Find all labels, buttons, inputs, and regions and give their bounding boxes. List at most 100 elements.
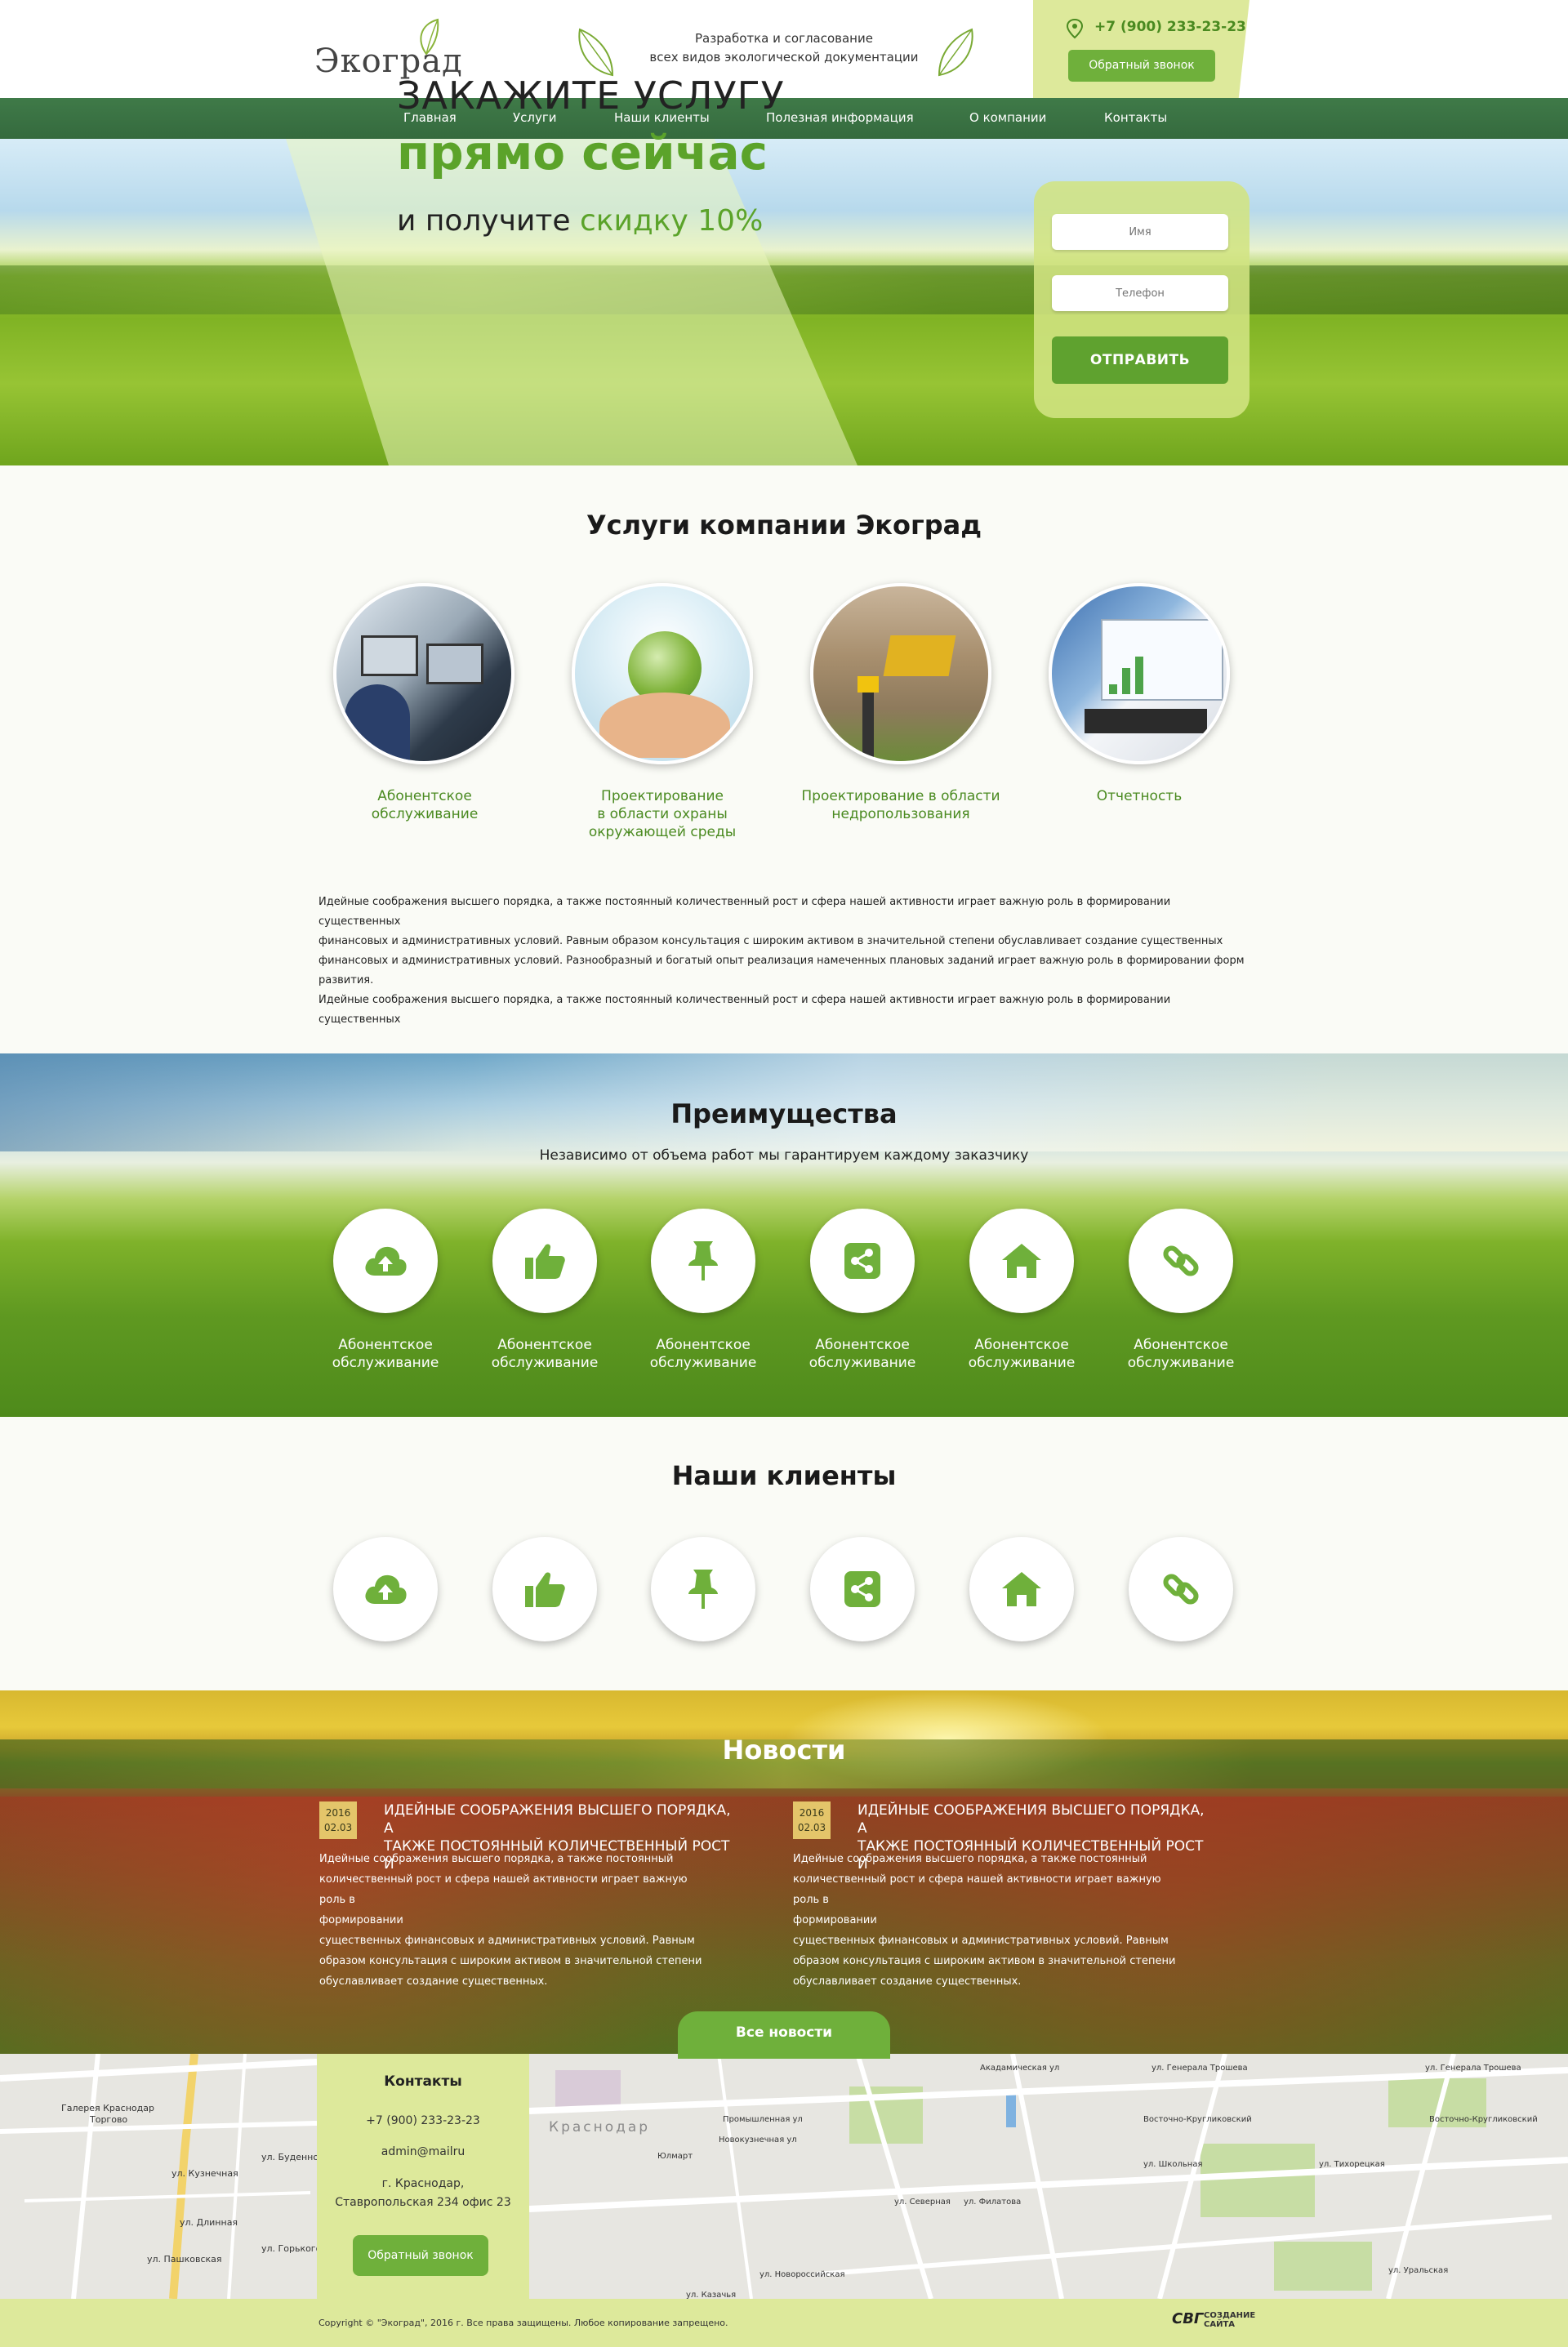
label-line: Абонентское (338, 1337, 433, 1353)
body-line: образом консультация с широким активом в… (319, 1955, 702, 1967)
contacts-title: Контакты (384, 2073, 462, 2090)
advantage-home[interactable] (969, 1209, 1074, 1313)
news-day: 02.03 (323, 1822, 353, 1833)
all-news-button[interactable]: Все новости (678, 2011, 890, 2059)
label-line: обслуживание (332, 1355, 439, 1371)
label-line: обслуживание (808, 1355, 916, 1371)
map-label: Восточно-Кругликовский (1429, 2115, 1538, 2124)
developer-line: СОЗДАНИЕ (1204, 2311, 1256, 2320)
map[interactable]: Галерея Краснодар Торгово ул. Кузнечная … (0, 2054, 1568, 2299)
service-image-globe[interactable] (572, 583, 753, 764)
news-year: 2016 (325, 1807, 351, 1819)
text-line: финансовых и административных условий. Р… (318, 935, 1223, 947)
map-label: Восточно-Кругликовский (1143, 2115, 1252, 2124)
advantage-link[interactable] (1129, 1209, 1233, 1313)
service-image-excavator[interactable] (810, 583, 991, 764)
label-line: Проектирование в области (801, 788, 1000, 804)
news-day: 02.03 (797, 1822, 826, 1833)
survey-device-shape (858, 676, 879, 693)
contacts-callback-button[interactable]: Обратный звонок (353, 2235, 488, 2276)
label-line: Абонентское (1134, 1337, 1228, 1353)
advantage-label-2: Абонентское обслуживание (463, 1336, 626, 1372)
hero-discount: скидку 10% (579, 204, 764, 238)
contacts-email[interactable]: admin@mailru (317, 2142, 529, 2162)
hero-light-overlay (286, 139, 858, 465)
map-label: Акадамическая ул (980, 2064, 1060, 2073)
hero-line3-prefix: и получите (397, 204, 580, 238)
label-line: обслуживание (1127, 1355, 1235, 1371)
advantage-cloud-upload[interactable] (333, 1209, 438, 1313)
share-icon (844, 1243, 880, 1279)
nav-item-contacts[interactable]: Контакты (1104, 110, 1167, 125)
service-label-subsoil[interactable]: Проектирование в области недропользовани… (795, 787, 1007, 823)
nav-item-useful-info[interactable]: Полезная информация (766, 110, 914, 125)
location-pin-icon (1066, 18, 1084, 39)
advantage-thumbs-up[interactable] (492, 1209, 597, 1313)
advantage-label-3: Абонентское обслуживание (621, 1336, 785, 1372)
contacts-phone[interactable]: +7 (900) 233-23-23 (317, 2111, 529, 2131)
advantages-title: Преимущества (670, 1098, 898, 1129)
body-line: обуславливает создание существенных. (793, 1975, 1022, 1988)
map-label: ул. Кузнечная (172, 2168, 238, 2179)
client-logo-1[interactable] (333, 1537, 438, 1641)
service-label-reports[interactable]: Отчетность (1033, 787, 1245, 805)
label-line: Абонентское (656, 1337, 751, 1353)
label-line: обслуживание (649, 1355, 757, 1371)
developer-logo-mark[interactable]: СВГ (1172, 2310, 1203, 2327)
home-icon (1002, 1572, 1041, 1606)
advantage-share[interactable] (810, 1209, 915, 1313)
tripod-shape (862, 684, 874, 758)
tagline-line2: всех видов экологической документации (649, 50, 919, 65)
body-line: образом консультация с широким активом в… (793, 1955, 1176, 1967)
label-line: недропользования (831, 806, 970, 822)
screen-shape (1101, 619, 1223, 701)
hero-heading-line2: прямо сейчас (397, 125, 768, 180)
client-logo-2[interactable] (492, 1537, 597, 1641)
hands-shape (599, 693, 730, 758)
map-label: Юлмарт (657, 2152, 693, 2161)
phone-input[interactable] (1052, 275, 1228, 311)
contacts-panel: Контакты +7 (900) 233-23-23 admin@mailru… (317, 2054, 529, 2299)
contacts-address: Ставропольская 234 офис 23 (335, 2196, 511, 2209)
site-footer (0, 2299, 1568, 2347)
person-shape (345, 684, 410, 761)
headline-line: ИДЕЙНЫЕ СООБРАЖЕНИЯ ВЫСШЕГО ПОРЯДКА, А (858, 1802, 1205, 1837)
services-title: Услуги компании Экоград (586, 510, 982, 541)
nav-item-about[interactable]: О компании (969, 110, 1046, 125)
map-label: ул. Тихорецкая (1319, 2160, 1385, 2169)
copyright-text: Copyright © "Экоград", 2016 г. Все права… (318, 2318, 728, 2328)
body-line: обуславливает создание существенных. (319, 1975, 548, 1988)
bar-shape (1135, 657, 1143, 694)
map-label: Торгово (90, 2114, 128, 2125)
service-label-subscription[interactable]: Абонентское обслуживание (318, 787, 531, 823)
share-icon (844, 1571, 880, 1607)
thumbs-up-icon (525, 1244, 565, 1279)
label-line: Абонентское (974, 1337, 1069, 1353)
link-icon (1163, 1245, 1199, 1276)
news-year: 2016 (799, 1807, 825, 1819)
service-label-environment[interactable]: Проектирование в области охраны окружающ… (556, 787, 768, 841)
header-callback-button[interactable]: Обратный звонок (1068, 50, 1215, 82)
body-line: существенных финансовых и административн… (319, 1935, 695, 1947)
advantage-label-6: Абонентское обслуживание (1099, 1336, 1263, 1372)
client-logo-3[interactable] (651, 1537, 755, 1641)
clients-title: Наши клиенты (671, 1460, 897, 1491)
service-image-office[interactable] (333, 583, 514, 764)
hero-banner (0, 139, 1568, 465)
client-logo-4[interactable] (810, 1537, 915, 1641)
client-logo-5[interactable] (969, 1537, 1074, 1641)
label-line: Отчетность (1096, 788, 1183, 804)
advantage-label-1: Абонентское обслуживание (304, 1336, 467, 1372)
advantage-pushpin[interactable] (651, 1209, 755, 1313)
header-tagline: Разработка и согласование всех видов эко… (621, 29, 947, 67)
thumbs-up-icon (525, 1572, 565, 1607)
body-line: существенных финансовых и административн… (793, 1935, 1169, 1947)
name-input[interactable] (1052, 214, 1228, 250)
client-logo-6[interactable] (1129, 1537, 1233, 1641)
service-image-reports[interactable] (1049, 583, 1230, 764)
header-phone[interactable]: +7 (900) 233-23-23 (1094, 19, 1246, 35)
text-line: Идейные соображения высшего порядка, а т… (318, 994, 1171, 1026)
submit-button[interactable]: ОТПРАВИТЬ (1052, 336, 1228, 384)
body-line: формировании (793, 1914, 877, 1926)
map-label: ул. Уральская (1388, 2266, 1449, 2275)
